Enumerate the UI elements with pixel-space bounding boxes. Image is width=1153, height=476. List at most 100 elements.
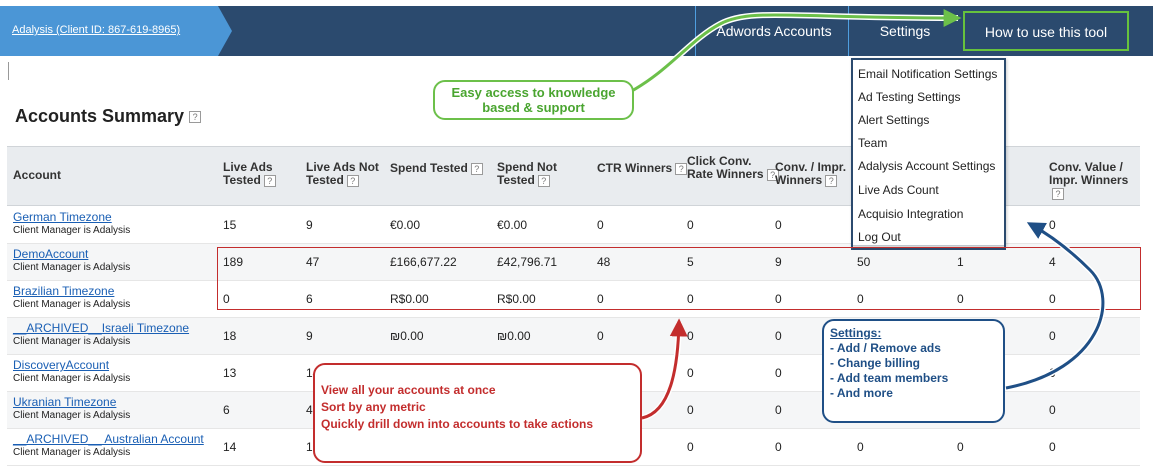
settings-menu-item[interactable]: Team [858, 136, 887, 150]
nav-adwords-accounts[interactable]: Adwords Accounts [700, 6, 848, 56]
column-header-label: Winners? [775, 174, 846, 187]
column-header[interactable]: CTR Winners? [597, 162, 688, 175]
callout-line: Sort by any metric [321, 400, 426, 414]
help-icon[interactable]: ? [537, 174, 550, 187]
account-link[interactable]: DiscoveryAccount [13, 358, 109, 372]
table-cell: 0 [1049, 218, 1056, 232]
account-manager-note: Client Manager is Adalysis [13, 410, 131, 421]
settings-menu-item[interactable]: Ad Testing Settings [858, 90, 961, 104]
table-cell: 47 [306, 255, 320, 269]
column-header[interactable]: Click Conv. Rate Winners? [687, 155, 779, 181]
column-header[interactable]: Spend Not Tested? [497, 161, 557, 187]
nav-how-to-use[interactable]: How to use this tool [963, 11, 1129, 51]
client-selector[interactable]: Adalysis (Client ID: 867-619-8965) [0, 6, 232, 56]
settings-menu-item[interactable]: Adalysis Account Settings [858, 159, 995, 173]
table-cell: 50 [857, 255, 871, 269]
table-cell: 0 [1049, 329, 1056, 343]
table-cell: 0 [775, 440, 782, 454]
column-header-label-text: Tested [306, 173, 344, 187]
account-manager-note: Client Manager is Adalysis [13, 262, 131, 273]
settings-callout: Settings: - Add / Remove ads - Change bi… [822, 319, 1005, 423]
account-link[interactable]: __ARCHIVED__Israeli Timezone [13, 321, 189, 335]
nav-settings[interactable]: Settings [850, 6, 960, 56]
help-icon[interactable]: ? [675, 162, 688, 175]
table-cell: 1 [306, 440, 313, 454]
help-icon[interactable]: ? [189, 111, 202, 124]
callout-line: - Add / Remove ads [830, 341, 941, 355]
help-icon[interactable]: ? [470, 162, 483, 175]
column-header[interactable]: Account [13, 169, 61, 182]
table-cell: 0 [775, 218, 782, 232]
client-selector-label[interactable]: Adalysis (Client ID: 867-619-8965) [12, 24, 180, 36]
settings-dropdown-menu: Email Notification Settings Ad Testing Se… [851, 58, 1006, 246]
table-cell: 0 [687, 440, 694, 454]
table-row[interactable]: Brazilian Timezone Client Manager is Adal… [7, 281, 1140, 318]
table-cell: 14 [223, 440, 237, 454]
table-cell: 0 [687, 329, 694, 343]
help-icon[interactable]: ? [825, 174, 838, 187]
table-cell: 0 [687, 218, 694, 232]
settings-menu-item[interactable]: Acquisio Integration [858, 207, 963, 221]
table-cell: 0 [1049, 366, 1056, 380]
table-cell: 0 [687, 366, 694, 380]
table-cell: 18 [223, 329, 237, 343]
knowledge-base-callout: Easy access to knowledge based & support [433, 80, 634, 120]
account-link[interactable]: Brazilian Timezone [13, 284, 114, 298]
table-cell: 5 [687, 255, 694, 269]
account-manager-note: Client Manager is Adalysis [13, 299, 131, 310]
account-link[interactable]: __ARCHIVED__ Australian Account [13, 432, 204, 446]
callout-line: Easy access to knowledge [451, 85, 616, 100]
settings-menu-item[interactable]: Email Notification Settings [858, 67, 997, 81]
column-header-label-text: Tested [497, 173, 535, 187]
table-cell: 0 [1049, 440, 1056, 454]
account-manager-note: Client Manager is Adalysis [13, 336, 131, 347]
table-cell: 0 [857, 292, 864, 306]
table-cell: 0 [687, 292, 694, 306]
table-cell: 4 [1049, 255, 1056, 269]
account-manager-note: Client Manager is Adalysis [13, 447, 131, 458]
callout-line: - And more [830, 386, 893, 400]
table-cell: 0 [957, 440, 964, 454]
table-cell: 48 [597, 255, 611, 269]
table-cell: 15 [223, 218, 237, 232]
table-cell: 0 [687, 403, 694, 417]
table-row[interactable]: DemoAccount Client Manager is Adalysis 189… [7, 244, 1140, 281]
account-link[interactable]: Ukranian Timezone [13, 395, 116, 409]
help-icon[interactable]: ? [346, 174, 359, 187]
account-link[interactable]: German Timezone [13, 210, 112, 224]
settings-menu-item[interactable]: Alert Settings [858, 113, 929, 127]
table-cell: 0 [223, 292, 230, 306]
column-header[interactable]: Live Ads Not Tested? [306, 161, 379, 187]
column-header-label-text: Winners [775, 173, 823, 187]
table-cell: ₪0.00 [497, 329, 531, 343]
column-header-label-text: Tested [223, 173, 261, 187]
table-cell: 9 [775, 255, 782, 269]
table-cell: 0 [775, 366, 782, 380]
help-icon[interactable]: ? [263, 174, 276, 187]
table-cell: €0.00 [390, 218, 421, 232]
page-title-text: Accounts Summary [15, 106, 185, 126]
table-cell: 0 [597, 218, 604, 232]
table-cell: 4 [306, 403, 313, 417]
accounts-overview-callout: View all your accounts at once Sort by a… [313, 363, 642, 463]
column-header-label: Tested? [223, 174, 276, 187]
settings-menu-item[interactable]: Log Out [858, 230, 901, 244]
column-header-label-text: Impr. Winners [1049, 173, 1129, 187]
settings-menu-item[interactable]: Live Ads Count [858, 183, 939, 197]
column-header[interactable]: Conv. / Impr. Winners? [775, 161, 846, 187]
table-cell: 13 [223, 366, 237, 380]
column-header-label: Spend Tested [390, 161, 468, 175]
callout-title: Settings: [830, 326, 882, 340]
callout-line: - Add team members [830, 371, 949, 385]
account-link[interactable]: DemoAccount [13, 247, 88, 261]
table-cell: 189 [223, 255, 244, 269]
column-header[interactable]: Spend Tested? [390, 162, 483, 175]
column-header[interactable]: Conv. Value / Impr. Winners? [1049, 161, 1140, 200]
callout-line: Quickly drill down into accounts to take… [321, 417, 594, 431]
table-cell: 0 [775, 329, 782, 343]
table-cell: €0.00 [497, 218, 528, 232]
table-cell: £166,677.22 [390, 255, 457, 269]
help-icon[interactable]: ? [1052, 187, 1064, 200]
column-header[interactable]: Live Ads Tested? [223, 161, 276, 187]
table-cell: 0 [597, 292, 604, 306]
